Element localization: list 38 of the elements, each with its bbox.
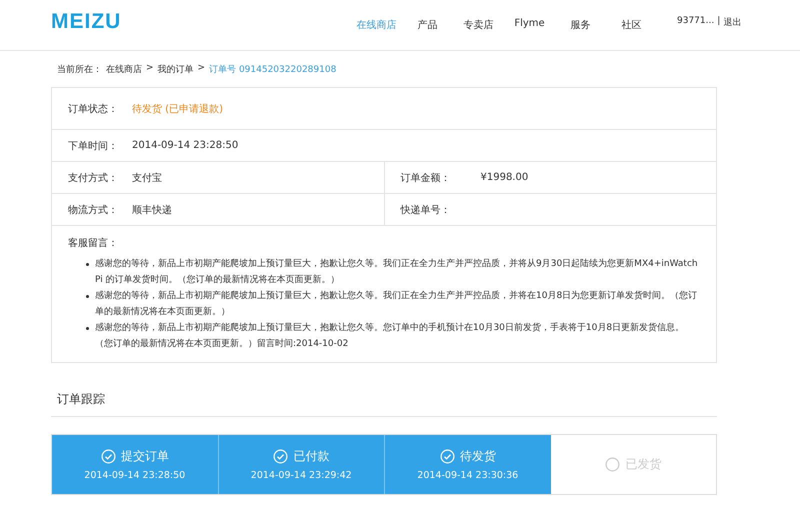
separator: |: [717, 16, 720, 28]
nav-link[interactable]: 服务: [555, 18, 606, 32]
field-label: 物流方式：: [68, 204, 119, 216]
field-value: ¥1998.00: [480, 172, 528, 183]
bullet-icon: [86, 327, 89, 330]
nav-link[interactable]: Flyme: [504, 18, 555, 32]
step-time: 2014-09-14 23:29:42: [250, 470, 352, 481]
message-text: 感谢您的等待，新品上市初期产能爬坡加上预订量巨大，抱歉让您久等。我们正在全力生产并严控品质，并将在10月8日为您更新订单发货时间。（您订单的最新情况将在本页面更新。）: [95, 290, 698, 319]
field-label: 下单时间：: [68, 140, 119, 152]
bullet-icon: [86, 295, 89, 298]
step-time: 2014-09-14 23:28:50: [84, 470, 186, 481]
nav-link[interactable]: 社区: [606, 18, 657, 32]
message-text: 感谢您的等待，新品上市初期产能爬坡加上预订量巨大，抱歉让您久等。我们正在全力生产并严控品质，并将从9月30日起陆续为您更新MX4+inWatch Pi 的订单发货时间。（您订单的最新情况将在本页面更新。）: [95, 258, 699, 287]
step-label: 待发货: [460, 448, 496, 465]
field-label: 快递单号：: [400, 204, 452, 216]
field-value: 支付宝: [132, 172, 162, 184]
field-label: 支付方式：: [68, 172, 119, 184]
step-label: 已付款: [293, 448, 330, 465]
field-label: 订单金额：: [400, 172, 452, 184]
section-title: 订单跟踪: [51, 363, 717, 417]
message-text: 感谢您的等待，新品上市初期产能爬坡加上预订量巨大，抱歉让您久等。您订单中的手机预计在10月30日前发货，手表将于10月8日更新发货信息。（您订单的最新情况将在本页面更新。）留言时间:2014-10-02: [95, 322, 686, 351]
bullet-icon: [86, 263, 89, 266]
breadcrumb-separator: >: [198, 63, 206, 75]
nav-link[interactable]: 专卖店: [453, 18, 504, 32]
breadcrumb-separator: >: [146, 63, 154, 75]
breadcrumb-link[interactable]: 我的订单: [158, 63, 194, 76]
step-label: 提交订单: [120, 448, 169, 465]
field-label: 订单状态：: [68, 102, 119, 116]
logout-link[interactable]: 退出: [723, 16, 742, 28]
message-label: 客服留言：: [68, 236, 119, 250]
order-status: 待发货 (已申请退款): [132, 102, 223, 116]
breadcrumb-link[interactable]: 在线商店: [106, 63, 142, 76]
field-value: 2014-09-14 23:28:50: [132, 140, 238, 151]
field-value: 顺丰快递: [132, 204, 172, 216]
step-time: 2014-09-14 23:30:36: [417, 470, 518, 481]
nav-link[interactable]: 产品: [402, 18, 453, 32]
username-link[interactable]: 93771...: [677, 16, 714, 28]
breadcrumb-prefix: 当前所在：: [57, 64, 102, 76]
